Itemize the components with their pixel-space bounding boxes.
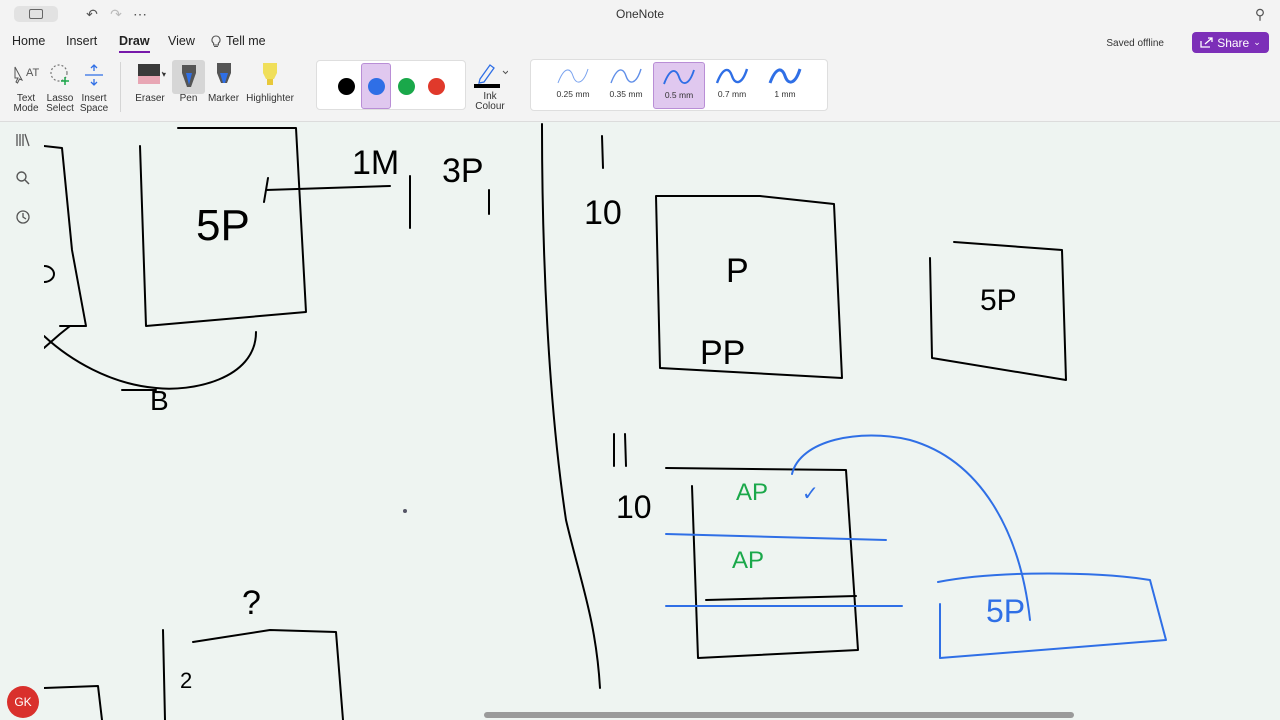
user-avatar[interactable]: GK — [7, 686, 39, 718]
ink-text-check: ✓ — [802, 483, 819, 505]
stroke-sample-icon — [610, 68, 642, 84]
ink-text-3p: 3P — [442, 152, 484, 190]
tab-insert[interactable]: Insert — [66, 34, 97, 48]
note-canvas[interactable]: 1M 3P 5P B ? 2 10 P PP 5P 10 AP AP ✓ 5P — [44, 122, 1280, 720]
share-icon — [1200, 37, 1213, 48]
width-option-1[interactable]: 1 mm — [759, 62, 811, 109]
ink-color-palette — [316, 60, 466, 110]
title-bar: ↶ ↷ ⋯ OneNote ⚲ — [0, 0, 1280, 28]
lightbulb-icon — [211, 34, 221, 47]
ribbon-divider — [120, 62, 121, 112]
insert-space-icon — [85, 64, 103, 86]
eraser-button[interactable]: ▾ Eraser — [130, 60, 170, 104]
width-label: 0.7 mm — [717, 89, 747, 99]
tell-me-label: Tell me — [226, 34, 266, 48]
color-green-swatch[interactable] — [398, 78, 415, 95]
ink-text-5p: 5P — [196, 201, 250, 250]
account-icon[interactable]: ⚲ — [1251, 5, 1269, 23]
width-option-0-25[interactable]: 0.25 mm — [547, 62, 599, 109]
ink-colour-icon — [474, 64, 508, 88]
insert-space-label-2: Space — [79, 103, 109, 114]
ink-text-pp: PP — [700, 334, 745, 372]
ink-text-2: 2 — [180, 668, 192, 693]
stroke-width-options: 0.25 mm 0.35 mm 0.5 mm 0.7 mm 1 mm — [530, 59, 828, 111]
window-title: OneNote — [615, 7, 665, 21]
tab-view[interactable]: View — [168, 34, 195, 48]
ink-text-question: ? — [242, 584, 261, 622]
lasso-label-2: Select — [46, 103, 74, 114]
chevron-down-icon: ▾ — [161, 70, 166, 79]
ink-text-10: 10 — [584, 194, 622, 232]
left-nav-rail — [0, 122, 44, 720]
color-blue-swatch[interactable] — [368, 78, 385, 95]
eraser-label: Eraser — [135, 93, 165, 104]
highlighter-icon — [263, 63, 277, 85]
tab-draw[interactable]: Draw — [119, 34, 150, 53]
horizontal-scrollbar[interactable] — [484, 712, 1074, 718]
pen-label: Pen — [179, 93, 198, 104]
stroke-sample-icon — [768, 68, 802, 84]
highlighter-button[interactable]: Highlighter — [243, 60, 297, 104]
draw-ribbon: AT Text Mode Lasso Select Insert Space ▾… — [0, 56, 1280, 122]
ink-text-5p-blue: 5P — [986, 593, 1025, 629]
width-option-0-35[interactable]: 0.35 mm — [600, 62, 652, 109]
text-mode-icon: AT — [14, 66, 39, 84]
ink-text-5p-right: 5P — [980, 284, 1017, 317]
text-mode-label-2: Mode — [13, 103, 39, 114]
width-label: 0.5 mm — [664, 90, 694, 100]
search-icon[interactable] — [13, 170, 33, 190]
width-label: 0.35 mm — [609, 89, 643, 99]
ink-text-ap-2: AP — [732, 547, 764, 574]
highlighter-label: Highlighter — [246, 93, 294, 104]
share-button[interactable]: Share ⌄ — [1192, 32, 1269, 53]
ink-handwriting-green: AP AP — [732, 479, 768, 574]
ink-text-p: P — [726, 252, 749, 290]
width-option-0-5[interactable]: 0.5 mm — [653, 62, 705, 109]
stroke-sample-icon — [715, 68, 749, 84]
tab-home[interactable]: Home — [12, 34, 45, 48]
ink-text-ap: AP — [736, 479, 768, 506]
width-label: 0.25 mm — [556, 89, 590, 99]
ink-handwriting-black: 1M 3P 5P B ? 2 10 P PP 5P 10 — [150, 144, 1017, 693]
ink-handwriting-blue: ✓ 5P — [403, 483, 1025, 629]
recent-clock-icon[interactable] — [13, 209, 33, 229]
save-status: Saved offline — [1106, 38, 1164, 49]
ink-dot — [403, 509, 407, 513]
lasso-select-button[interactable]: Lasso Select — [44, 60, 76, 114]
marker-button[interactable]: Marker — [207, 60, 240, 104]
ink-colour-button[interactable]: Ink Colour — [470, 60, 510, 112]
ink-text-10-lower: 10 — [616, 489, 652, 525]
ink-drawing: 1M 3P 5P B ? 2 10 P PP 5P 10 AP AP ✓ 5P — [44, 123, 1167, 720]
text-mode-button[interactable]: AT Text Mode — [10, 60, 42, 114]
ink-text-b: B — [150, 385, 169, 416]
tell-me-search[interactable]: Tell me — [211, 34, 266, 48]
ink-colour-label-2: Colour — [475, 101, 505, 112]
pen-button[interactable]: Pen — [172, 60, 205, 104]
svg-text:AT: AT — [26, 67, 39, 79]
share-label: Share — [1217, 35, 1250, 50]
stroke-sample-icon — [557, 68, 589, 84]
color-red-swatch[interactable] — [428, 78, 445, 95]
width-option-0-7[interactable]: 0.7 mm — [706, 62, 758, 109]
pen-icon — [181, 65, 196, 87]
lasso-icon — [50, 64, 69, 85]
stroke-sample-icon — [663, 69, 695, 85]
notebooks-icon[interactable] — [13, 132, 33, 152]
width-label: 1 mm — [774, 89, 796, 99]
eraser-icon — [137, 64, 164, 84]
ink-text-1m: 1M — [352, 144, 399, 182]
color-black-swatch[interactable] — [338, 78, 355, 95]
ribbon-tabs: Home Insert Draw View Tell me Saved offl… — [0, 28, 1280, 56]
chevron-down-icon: ⌄ — [1253, 37, 1261, 47]
insert-space-button[interactable]: Insert Space — [78, 60, 110, 114]
marker-icon — [216, 63, 231, 83]
marker-label: Marker — [207, 93, 240, 104]
